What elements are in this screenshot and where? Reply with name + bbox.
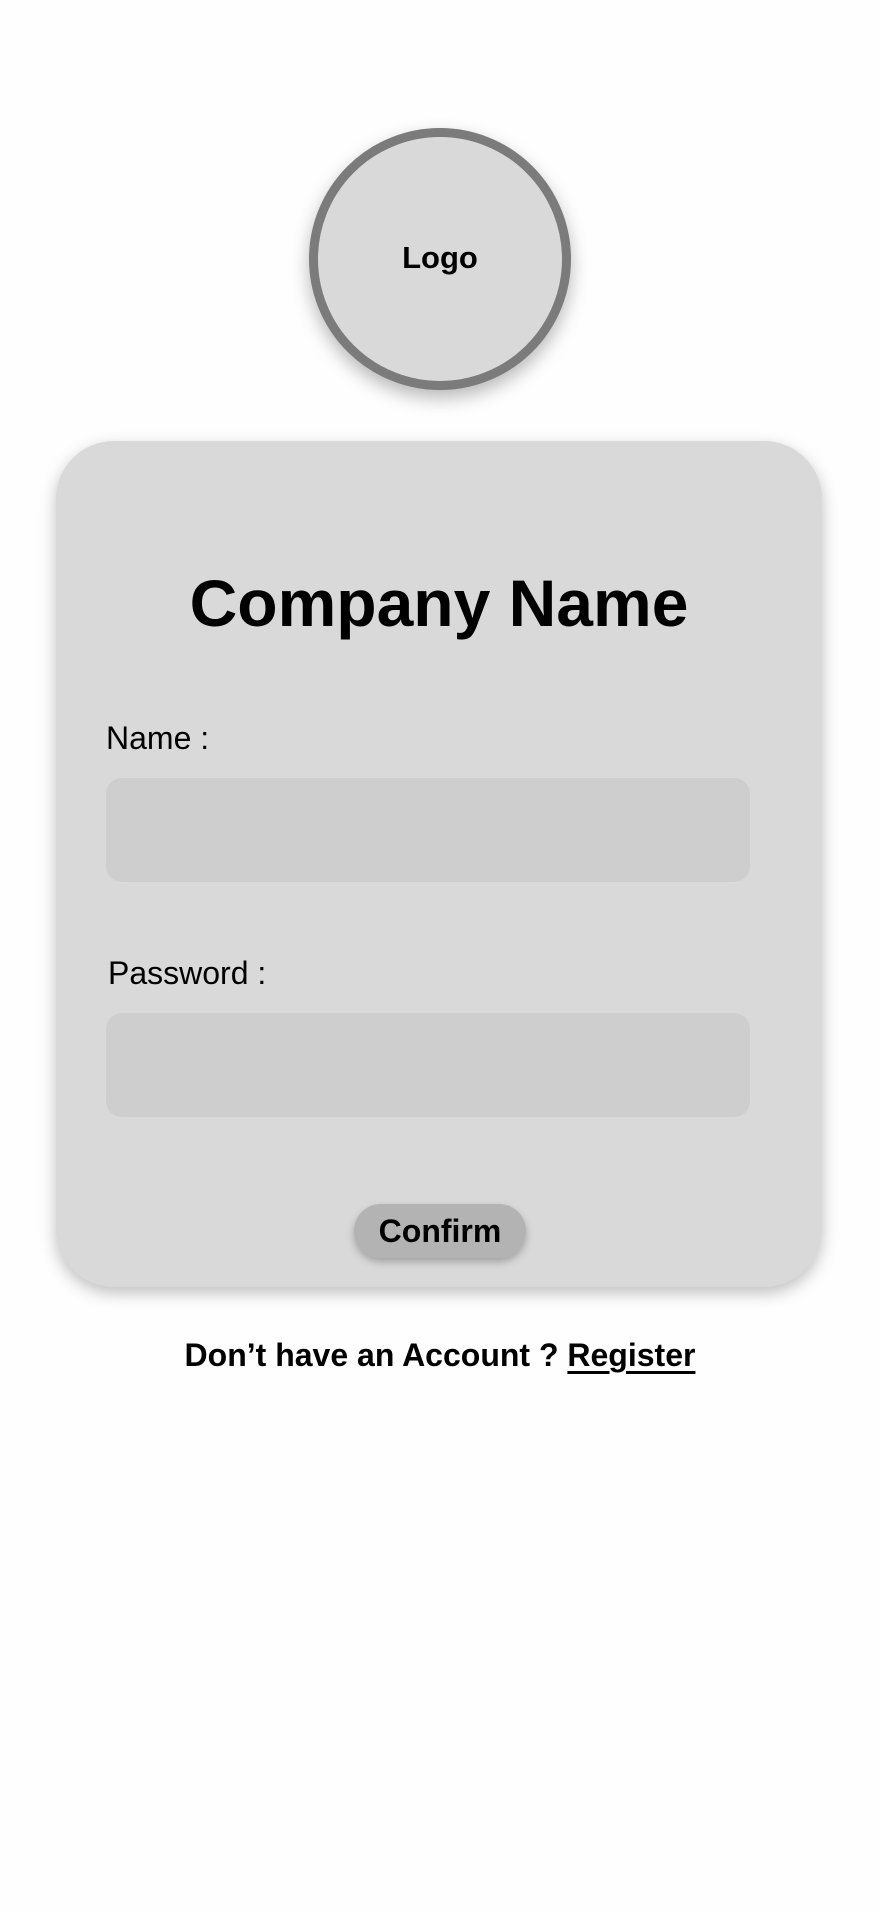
name-input[interactable] <box>106 778 750 882</box>
name-label: Name : <box>106 720 210 756</box>
company-logo: Logo <box>309 128 571 390</box>
company-name-title: Company Name <box>189 566 689 640</box>
account-question-text: Don’t have an Account ? <box>184 1337 559 1373</box>
register-prompt: Don’t have an Account ? Register <box>0 1333 880 1377</box>
confirm-button[interactable]: Confirm <box>354 1204 526 1258</box>
password-label: Password : <box>108 955 267 991</box>
register-link[interactable]: Register <box>567 1337 695 1373</box>
login-card: Company Name Name : Password : Confirm <box>56 441 822 1287</box>
logo-text: Logo <box>402 240 478 275</box>
password-input[interactable] <box>106 1013 750 1117</box>
